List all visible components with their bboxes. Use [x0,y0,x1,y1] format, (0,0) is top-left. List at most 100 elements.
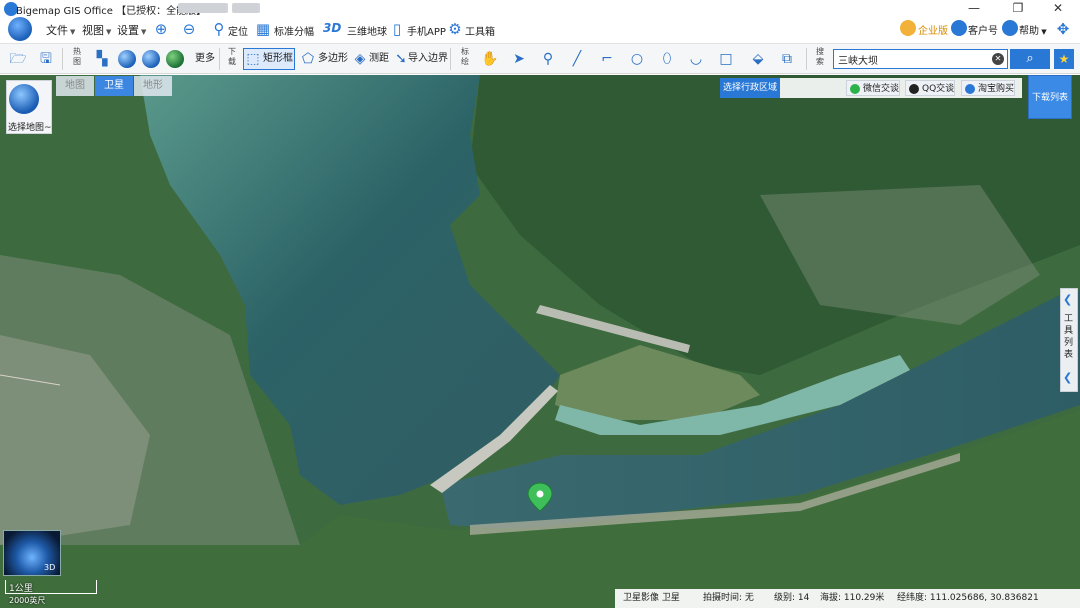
chevron-down-icon: ▼ [106,28,112,36]
globe-icon[interactable] [142,50,160,68]
qq-icon [909,84,919,94]
chevron-left-icon[interactable]: ❮ [1063,293,1072,306]
favorite-star-icon[interactable]: ★ [1054,49,1074,69]
status-altitude: 海拔: 110.29米 [820,593,885,603]
tool-list-label: 列 [1064,338,1074,348]
customer-icon [951,20,967,36]
hotmap-section-label: 热图 [73,47,81,66]
three-d-icon: 3D [323,21,342,35]
gear-icon[interactable]: ⚙ [446,20,464,38]
status-bar: 卫星影像 卫星 拍摄时间: 无 级别: 14 海拔: 110.29米 经纬度: … [615,589,1080,608]
help-label: 帮助 [1019,26,1039,37]
download-section-label: 下载 [228,47,236,66]
three-d-globe-button[interactable]: 三维地球 [347,23,387,38]
globe-icon[interactable] [166,50,184,68]
wechat-icon [850,84,860,94]
circle-icon[interactable]: ○ [627,49,647,69]
menu-file-label: 文件 [46,24,68,37]
polygon-tool[interactable]: 多边形 [318,49,348,69]
search-input[interactable] [833,49,1008,69]
wechat-chat-button[interactable]: 微信交谈 [846,80,901,96]
clear-icon[interactable]: ✕ [992,53,1004,65]
help-icon [1002,20,1018,36]
tab-map[interactable]: 地图 [56,76,94,96]
globe-icon [9,84,39,114]
arc-icon[interactable]: ◡ [686,49,706,69]
enterprise-link[interactable]: 企业版 [918,22,948,37]
zoom-in-icon[interactable]: ⊕ [152,20,170,38]
redacted-block [178,3,228,13]
enterprise-badge-icon [900,20,916,36]
status-source: 卫星影像 卫星 [623,593,680,603]
status-coordinates: 经纬度: 111.025686, 30.836821 [897,593,1039,603]
layers-icon[interactable]: ▚ [92,49,112,69]
search-section-label: 搜索 [816,47,824,66]
taobao-icon [965,84,975,94]
export-icon[interactable]: ⧉ [777,49,797,69]
search-icon: ⌕ [1026,51,1034,66]
tab-terrain[interactable]: 地形 [134,76,172,96]
pointer-arrow-icon[interactable]: ➤ [509,49,529,69]
status-capture-time: 拍摄时间: 无 [703,593,754,603]
polyline-icon[interactable]: ⌐ [597,49,617,69]
taobao-buy-button[interactable]: 淘宝购买 [961,80,1016,96]
open-folder-icon[interactable]: 🗁 [8,49,28,69]
standard-sheet-button[interactable]: 标准分幅 [274,23,314,38]
menu-settings-label: 设置 [117,24,139,37]
save-icon[interactable]: 🖫 [36,49,56,69]
location-pin-icon[interactable]: ⚲ [210,20,228,38]
satellite-map[interactable] [0,75,1080,608]
chevron-down-icon: ▼ [141,28,147,36]
measure-tool[interactable]: 测距 [369,49,389,69]
menu-settings[interactable]: 设置 ▼ [117,22,146,38]
mobile-phone-icon[interactable]: ▯ [388,20,406,38]
hand-pan-icon[interactable]: ✋ [480,49,500,69]
search-button[interactable]: ⌕ [1010,49,1050,69]
rectangle-select-icon: ⬚ [246,51,260,67]
main-menu-globe-icon[interactable] [8,17,32,41]
rect-select-label: 矩形框 [263,53,293,64]
ellipse-icon[interactable]: ⬯ [657,49,677,69]
globe-icon[interactable] [118,50,136,68]
divider [450,48,451,70]
restore-button[interactable]: ❐ [996,0,1040,16]
menu-view-label: 视图 [82,24,104,37]
scale-km: 1公里 [9,584,33,594]
status-level: 级别: 14 [774,593,810,603]
zoom-out-icon[interactable]: ⊖ [180,20,198,38]
menu-file[interactable]: 文件 ▼ [46,22,75,38]
marker-icon[interactable]: ⚲ [538,49,558,69]
region-select-button[interactable]: 选择行政区域 [720,78,780,98]
menu-view[interactable]: 视图 ▼ [82,22,111,38]
taobao-label: 淘宝购买 [978,84,1015,94]
download-list-button[interactable]: 下载列表 [1028,75,1072,119]
grid-icon[interactable]: ▦ [254,20,272,38]
qq-label: QQ交谈 [922,84,955,94]
qq-chat-button[interactable]: QQ交谈 [905,80,956,96]
customer-id-link[interactable]: 客户号 [968,22,998,37]
title-bar: Bigemap GIS Office 【已授权：全能版】 — ❐ ✕ 文件 ▼ 视… [0,0,1080,44]
chevron-down-icon: ▼ [1039,28,1047,36]
divider [62,48,63,70]
minimap-3d-label: 3D [44,563,56,572]
tab-satellite[interactable]: 卫星 [95,76,133,96]
import-boundary-tool[interactable]: 导入边界 [408,49,448,69]
locate-button[interactable]: 定位 [228,23,248,38]
close-button[interactable]: ✕ [1036,0,1080,16]
settings-dots-icon[interactable]: ✥ [1054,20,1072,38]
tag-icon[interactable]: ⬙ [748,49,768,69]
minimize-button[interactable]: — [952,0,996,16]
more-button[interactable]: 更多 [195,49,215,69]
map-imagery [0,75,1080,608]
ruler-icon[interactable]: ◈ [350,49,370,69]
rectangle-icon[interactable]: □ [716,49,736,69]
polygon-icon[interactable]: ⬠ [298,49,318,69]
mobile-app-button[interactable]: 手机APP [407,23,446,38]
line-icon[interactable]: ╱ [567,49,587,69]
tool-list-label: 表 [1064,350,1074,360]
redacted-block [232,3,260,13]
toolbox-button[interactable]: 工具箱 [465,23,495,38]
chevron-left-icon[interactable]: ❮ [1063,371,1072,384]
annotate-section-label: 标绘 [461,47,469,66]
help-menu[interactable]: 帮助 ▼ [1019,22,1047,37]
